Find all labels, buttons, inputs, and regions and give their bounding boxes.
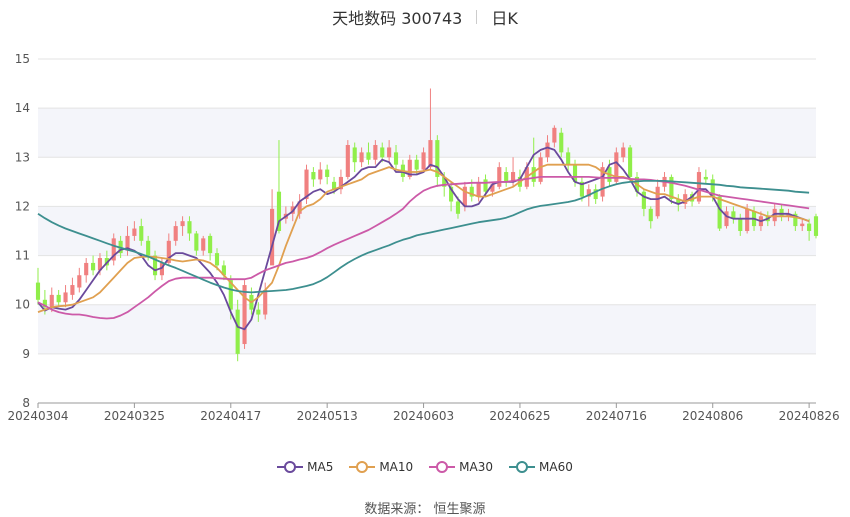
- candle-body: [235, 309, 240, 354]
- candle-body: [380, 147, 385, 158]
- y-tick-label: 13: [15, 150, 30, 164]
- candle-body: [538, 157, 543, 182]
- candle-body: [201, 238, 206, 251]
- candle-body: [813, 216, 819, 236]
- legend-item-ma60[interactable]: MA60: [509, 460, 573, 474]
- candle-body: [263, 289, 268, 315]
- legend-label-ma5: MA5: [307, 460, 334, 474]
- x-tick-label: 20240826: [779, 409, 840, 423]
- candle-body: [421, 152, 426, 170]
- candle-body: [187, 221, 192, 234]
- candle-body: [345, 145, 350, 177]
- candle-body: [552, 127, 557, 143]
- legend-label-ma60: MA60: [539, 460, 573, 474]
- candle-body: [387, 147, 392, 158]
- candle-body: [648, 208, 653, 222]
- candlestick-chart: 8 9 10 11 12 13 14 15 20240304 20240325 20240417 20…: [7, 52, 840, 423]
- x-tick-label: 20240603: [393, 409, 454, 423]
- candle-body: [373, 145, 378, 160]
- y-tick-label: 11: [15, 249, 30, 263]
- candle-body: [242, 285, 247, 345]
- y-tick-label: 8: [22, 396, 30, 410]
- candle-body: [77, 275, 82, 288]
- candle-body: [621, 147, 626, 158]
- candle-body: [84, 262, 89, 276]
- legend-item-ma5[interactable]: MA5: [277, 460, 333, 474]
- candle-body: [311, 172, 316, 180]
- candle-body: [70, 285, 75, 295]
- candle-body: [393, 152, 399, 165]
- candle-body: [455, 201, 461, 214]
- candle-body: [318, 169, 323, 180]
- candle-body: [628, 147, 633, 177]
- candle-body: [483, 179, 488, 192]
- y-tick-label: 12: [15, 199, 30, 213]
- candle-body: [56, 294, 61, 303]
- candle-body: [428, 140, 433, 168]
- legend-label-ma30: MA30: [459, 460, 494, 474]
- y-tick-label: 10: [15, 298, 30, 312]
- candle-body: [717, 196, 722, 229]
- x-tick-label: 20240325: [104, 409, 165, 423]
- x-tick-label: 20240304: [7, 409, 68, 423]
- legend-label-ma10: MA10: [379, 460, 414, 474]
- candle-body: [414, 159, 419, 170]
- x-tick-label: 20240625: [489, 409, 550, 423]
- candle-body: [641, 191, 646, 209]
- candle-body: [256, 309, 261, 315]
- candle-body: [738, 218, 743, 231]
- grid-band: [38, 108, 816, 158]
- y-tick-label: 15: [15, 52, 30, 66]
- candle-body: [132, 228, 137, 236]
- candle-body: [270, 208, 275, 266]
- legend-item-ma10[interactable]: MA10: [349, 460, 413, 474]
- candle-body: [497, 167, 502, 187]
- data-source: 数据来源： 恒生聚源: [364, 502, 486, 517]
- y-tick-label: 14: [15, 101, 30, 115]
- y-tick-label: 9: [22, 347, 30, 361]
- candle-body: [807, 223, 812, 231]
- candle-body: [146, 240, 151, 256]
- candle-body: [214, 253, 220, 266]
- legend-swatch-ma30: [429, 460, 456, 474]
- candle-body: [359, 152, 364, 163]
- x-tick-label: 20240417: [200, 409, 261, 423]
- candle-body: [91, 262, 96, 271]
- x-tick-label: 20240513: [297, 409, 358, 423]
- candle-body: [194, 233, 199, 251]
- candle-body: [504, 172, 509, 182]
- candle-body: [35, 282, 41, 300]
- x-tick-label: 20240806: [682, 409, 743, 423]
- candle-body: [366, 152, 371, 160]
- legend-swatch-ma60: [509, 460, 536, 474]
- candle-body: [566, 152, 571, 165]
- candle-body: [208, 235, 213, 254]
- candle-body: [352, 147, 357, 163]
- candle-body: [531, 167, 536, 182]
- candle-body: [49, 294, 54, 308]
- candle-body: [779, 208, 784, 217]
- legend-item-ma30[interactable]: MA30: [429, 460, 493, 474]
- candle-body: [139, 226, 144, 241]
- grid-band: [38, 304, 816, 354]
- legend: MA5 MA10 MA30 MA60: [0, 458, 850, 476]
- candle-body: [173, 226, 178, 241]
- candle-body: [476, 181, 481, 197]
- candle-body: [545, 142, 550, 158]
- candle-body: [703, 176, 708, 180]
- candle-body: [180, 221, 185, 227]
- candle-body: [325, 169, 330, 177]
- candle-body: [800, 223, 805, 227]
- candle-body: [559, 132, 564, 153]
- grid-band: [38, 206, 816, 256]
- candle-body: [63, 292, 68, 303]
- x-tick-label: 20240716: [586, 409, 647, 423]
- candle-body: [745, 208, 750, 231]
- legend-swatch-ma10: [349, 460, 376, 474]
- candle-body: [655, 186, 660, 217]
- legend-swatch-ma5: [277, 460, 304, 474]
